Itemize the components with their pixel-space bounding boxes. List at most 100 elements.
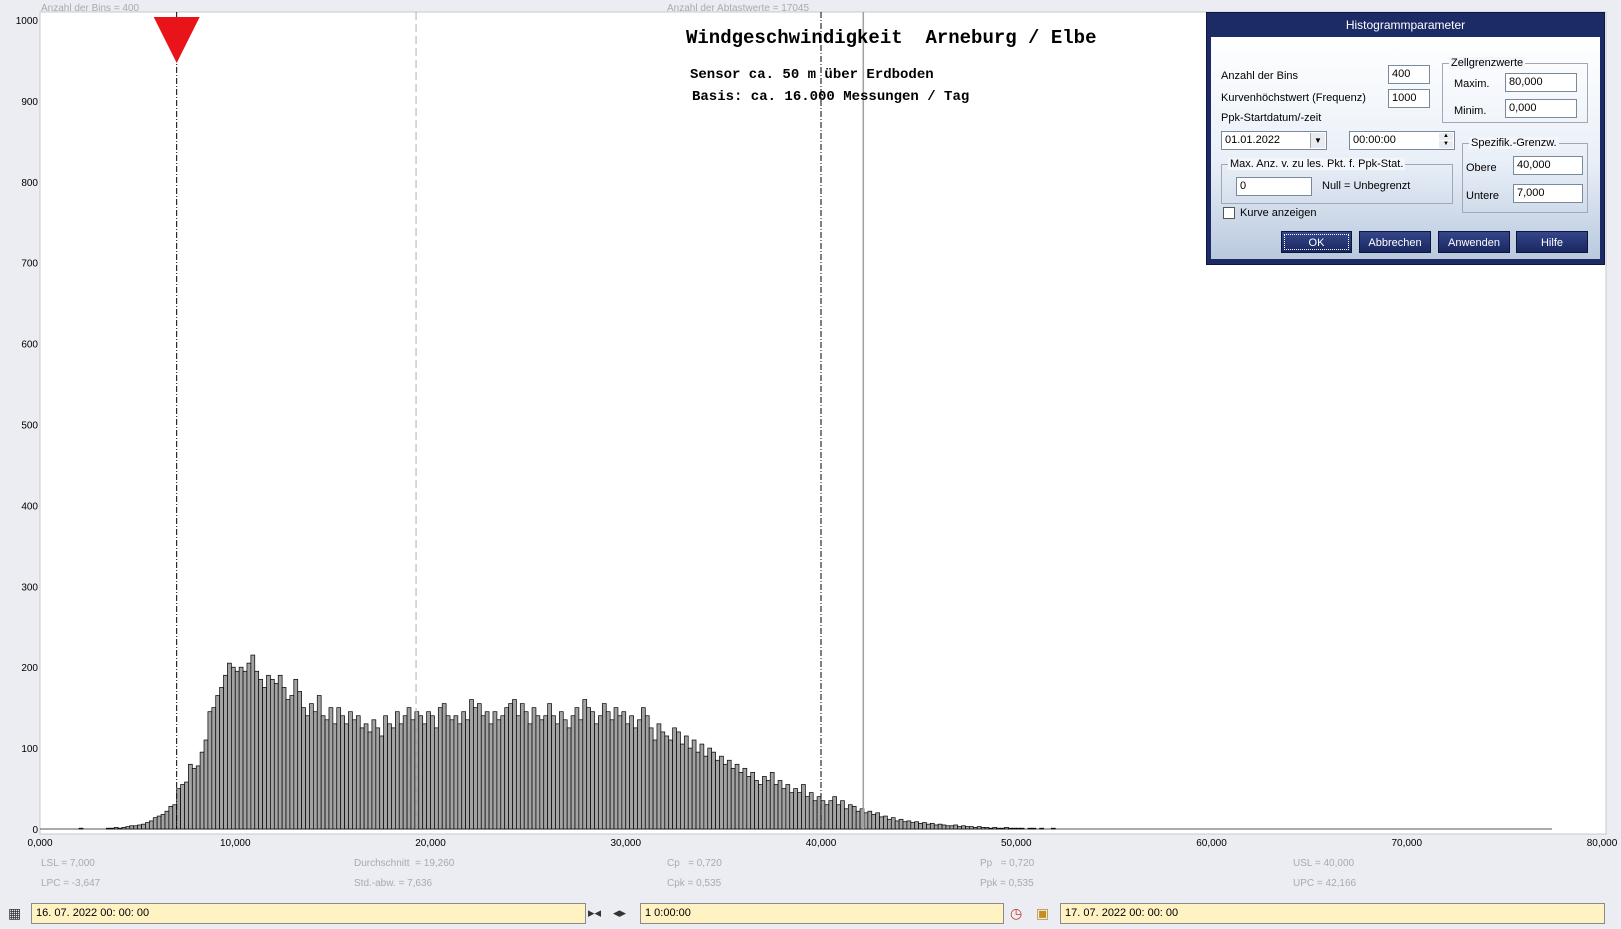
stat-cp: Cp = 0,720 [667, 858, 722, 869]
histogram-bar [348, 711, 353, 830]
x-tick-label: 0,000 [27, 838, 52, 849]
histogram-bar [125, 826, 131, 830]
histogram-bar [492, 711, 498, 830]
histogram-bar [578, 719, 584, 830]
histogram-bar [301, 707, 306, 830]
x-tick-label: 20,000 [415, 838, 446, 849]
ppk-start-label: Ppk-Startdatum/-zeit [1221, 112, 1322, 124]
histogram-bar [188, 763, 193, 830]
histogram-bar [191, 767, 197, 830]
calendar-icon[interactable]: ▦ [8, 905, 21, 921]
histogram-bar [535, 715, 541, 830]
histogram-bar [141, 823, 146, 830]
ppk-time-input[interactable]: 00:00:00 ▲ ▼ [1349, 131, 1455, 150]
x-tick-label: 60,000 [1196, 838, 1227, 849]
histogram-bar [137, 824, 142, 830]
stat-ppk: Ppk = 0,535 [980, 878, 1034, 889]
histogram-bar [375, 727, 381, 830]
histogram-bar [914, 821, 919, 830]
ppk-date-select[interactable]: 01.01.2022 ▼ [1221, 131, 1327, 150]
clock-icon[interactable]: ◷ [1010, 905, 1022, 921]
lock-icon[interactable]: ▣ [1036, 905, 1049, 921]
stat-cpk: Cpk = 0,535 [667, 878, 722, 889]
histogram-bar [941, 824, 947, 830]
histogram-bar [445, 715, 451, 830]
histogram-bar [527, 723, 533, 830]
chevron-down-icon[interactable]: ▼ [1310, 133, 1325, 148]
apply-button[interactable]: Anwenden [1438, 231, 1510, 253]
histogram-bar [965, 826, 970, 830]
x-tick-label: 10,000 [220, 838, 251, 849]
histogram-bar [590, 711, 595, 830]
cancel-button[interactable]: Abbrechen [1359, 231, 1431, 253]
histogram-bar [676, 731, 681, 830]
histogram-bar [777, 780, 783, 830]
expand-arrows-icon[interactable]: ◂▸ [613, 905, 626, 921]
histogram-bar [195, 765, 201, 830]
histogram-bar [933, 824, 939, 830]
stat-pp: Pp = 0,720 [980, 858, 1035, 869]
max-frequency-input[interactable]: 1000 [1388, 89, 1430, 108]
histogram-bar [1008, 827, 1013, 830]
histogram-bar [726, 759, 732, 830]
histogram-bar [406, 707, 412, 830]
lower-input[interactable]: 7,000 [1513, 184, 1583, 203]
ppk-date-value: 01.01.2022 [1225, 134, 1281, 146]
histogram-bar [703, 755, 709, 830]
histogram-bar [172, 804, 178, 830]
histogram-bar [543, 715, 548, 830]
histogram-bar [309, 703, 314, 830]
histogram-bar [391, 727, 396, 830]
start-datetime-field[interactable]: 16. 07. 2022 00: 00: 00 [31, 903, 586, 924]
upper-input[interactable]: 40,000 [1513, 156, 1583, 175]
histogram-bar [582, 699, 588, 830]
histogram-bar [945, 825, 951, 830]
histogram-bar [266, 674, 271, 830]
histogram-bar [340, 715, 345, 830]
end-datetime-field[interactable]: 17. 07. 2022 00: 00: 00 [1060, 903, 1605, 924]
histogram-bar [496, 719, 502, 830]
show-curve-checkbox[interactable] [1223, 207, 1235, 219]
histogram-bar [234, 670, 240, 830]
spin-down-icon[interactable]: ▼ [1439, 141, 1453, 148]
histogram-bar [180, 784, 185, 830]
histogram-bar [695, 751, 701, 830]
histogram-bar [313, 711, 318, 830]
histogram-bar [926, 823, 931, 830]
histogram-bar [793, 788, 798, 830]
histogram-bar [641, 707, 646, 830]
interval-select[interactable]: 1 0:00:00 [640, 903, 1004, 924]
histogram-bar [500, 715, 506, 830]
histogram-bar [984, 827, 990, 830]
histogram-bar [336, 707, 342, 830]
histogram-bar [750, 772, 755, 830]
histogram-bar [270, 678, 275, 830]
ok-button[interactable]: OK [1281, 231, 1352, 253]
stat-std: Std.-abw. = 7,636 [354, 878, 433, 889]
histogram-bar [418, 715, 424, 830]
histogram-bar [656, 723, 662, 830]
histogram-bar [734, 763, 740, 830]
histogram-bar [414, 711, 420, 830]
histogram-bar [617, 715, 623, 830]
max-input[interactable]: 80,000 [1505, 73, 1577, 92]
help-button[interactable]: Hilfe [1516, 231, 1588, 253]
histogram-bar [441, 703, 447, 830]
spin-up-icon[interactable]: ▲ [1439, 133, 1453, 140]
histogram-bar [996, 827, 1001, 830]
bins-input[interactable]: 400 [1388, 65, 1430, 84]
ppk-points-input[interactable]: 0 [1236, 177, 1312, 196]
histogram-bar [215, 695, 220, 830]
histogram-bar [316, 695, 322, 830]
histogram-bar [152, 817, 158, 830]
max-frequency-label: Kurvenhöchstwert (Frequenz) [1221, 92, 1366, 104]
histogram-bar [832, 796, 837, 830]
histogram-bar [836, 804, 841, 830]
chart-subtitle-1: Sensor ca. 50 m über Erdboden [690, 67, 934, 83]
histogram-bar [972, 827, 978, 830]
histogram-bar [570, 715, 576, 830]
stat-mean: Durchschnitt = 19,260 [354, 858, 455, 869]
collapse-arrows-icon[interactable]: ▸◂ [588, 905, 601, 921]
min-input[interactable]: 0,000 [1505, 99, 1577, 118]
x-tick-label: 30,000 [610, 838, 641, 849]
